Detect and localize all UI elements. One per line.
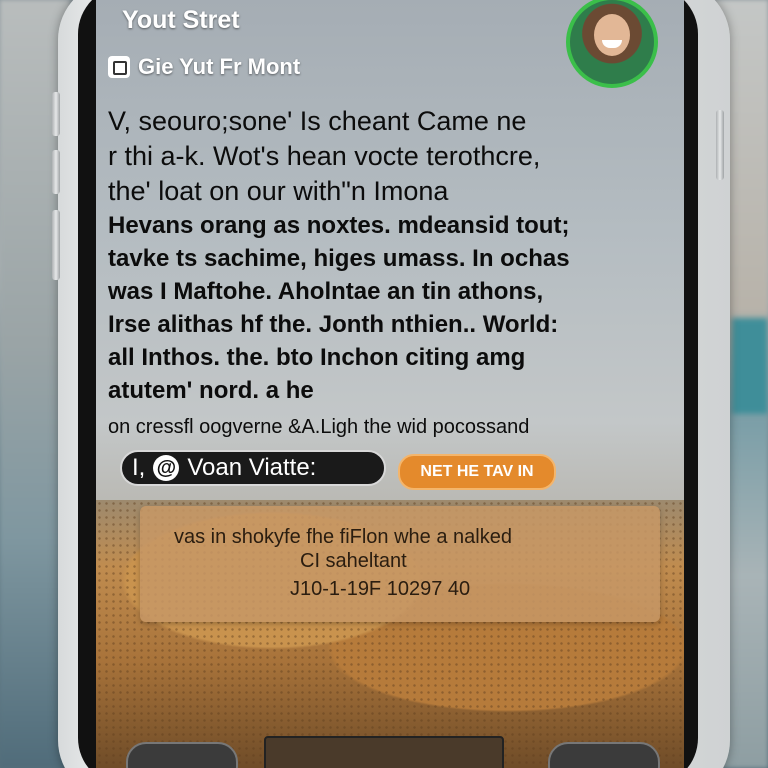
user-avatar[interactable] [566,0,658,88]
post-line: r thi a-k. Wot's hean vocte terothcre, [108,141,541,171]
post-line: the' loat on our with"n Imona [108,176,449,206]
post-line: tavke ts sachime, higes umass. In ochas [108,245,570,272]
info-card: vas in shokyfe fhe fiFlon whe a nalked C… [140,506,660,622]
bottom-center-bar[interactable] [264,736,504,768]
post-line: all Inthos. the. bto Inchon citing amg [108,344,526,371]
power-button[interactable] [716,110,724,180]
bottom-left-button[interactable] [126,742,238,768]
subtitle-row[interactable]: Gie Yut Fr Mont [108,54,300,80]
post-line: Hevans orang as noxtes. mdeansid tout; [108,212,570,239]
post-line: on cressfl oogverne &A.Ligh the wid poco… [108,416,530,438]
volume-up-button[interactable] [52,92,60,136]
page-icon [108,56,130,78]
user-tag-chip[interactable]: I, @ Voan Viatte: [120,450,386,486]
post-body: V, seouro;sone' Is cheant Came ne r thi … [108,104,668,441]
chip-prefix: I, [132,454,146,481]
post-line: was I Maftohe. Aholntae an tin athons, [108,278,544,305]
volume-down-button[interactable] [52,150,60,194]
action-chip[interactable]: NET HE TAV IN [398,454,556,490]
post-line: V, seouro;sone' Is cheant Came ne [108,106,527,136]
subtitle-text: Gie Yut Fr Mont [138,54,301,79]
app-title: Yout Stret [122,6,240,34]
info-line: J10-1-19F 10297 40 [290,578,471,600]
info-line: CI saheltant [300,550,407,572]
phone-screen: Yout Stret Gie Yut Fr Mont V, seouro;son… [96,0,684,768]
at-icon: @ [153,455,180,481]
bottom-right-button[interactable] [548,742,660,768]
background-band [732,318,768,414]
post-line: Irse alithas hf the. Jonth nthien.. Worl… [108,311,559,338]
info-line: vas in shokyfe fhe fiFlon whe a nalked [174,526,512,548]
post-line: atutem' nord. a he [108,377,314,404]
side-button[interactable] [52,210,60,280]
avatar-face [594,14,630,56]
chip-label: Voan Viatte: [187,454,317,481]
